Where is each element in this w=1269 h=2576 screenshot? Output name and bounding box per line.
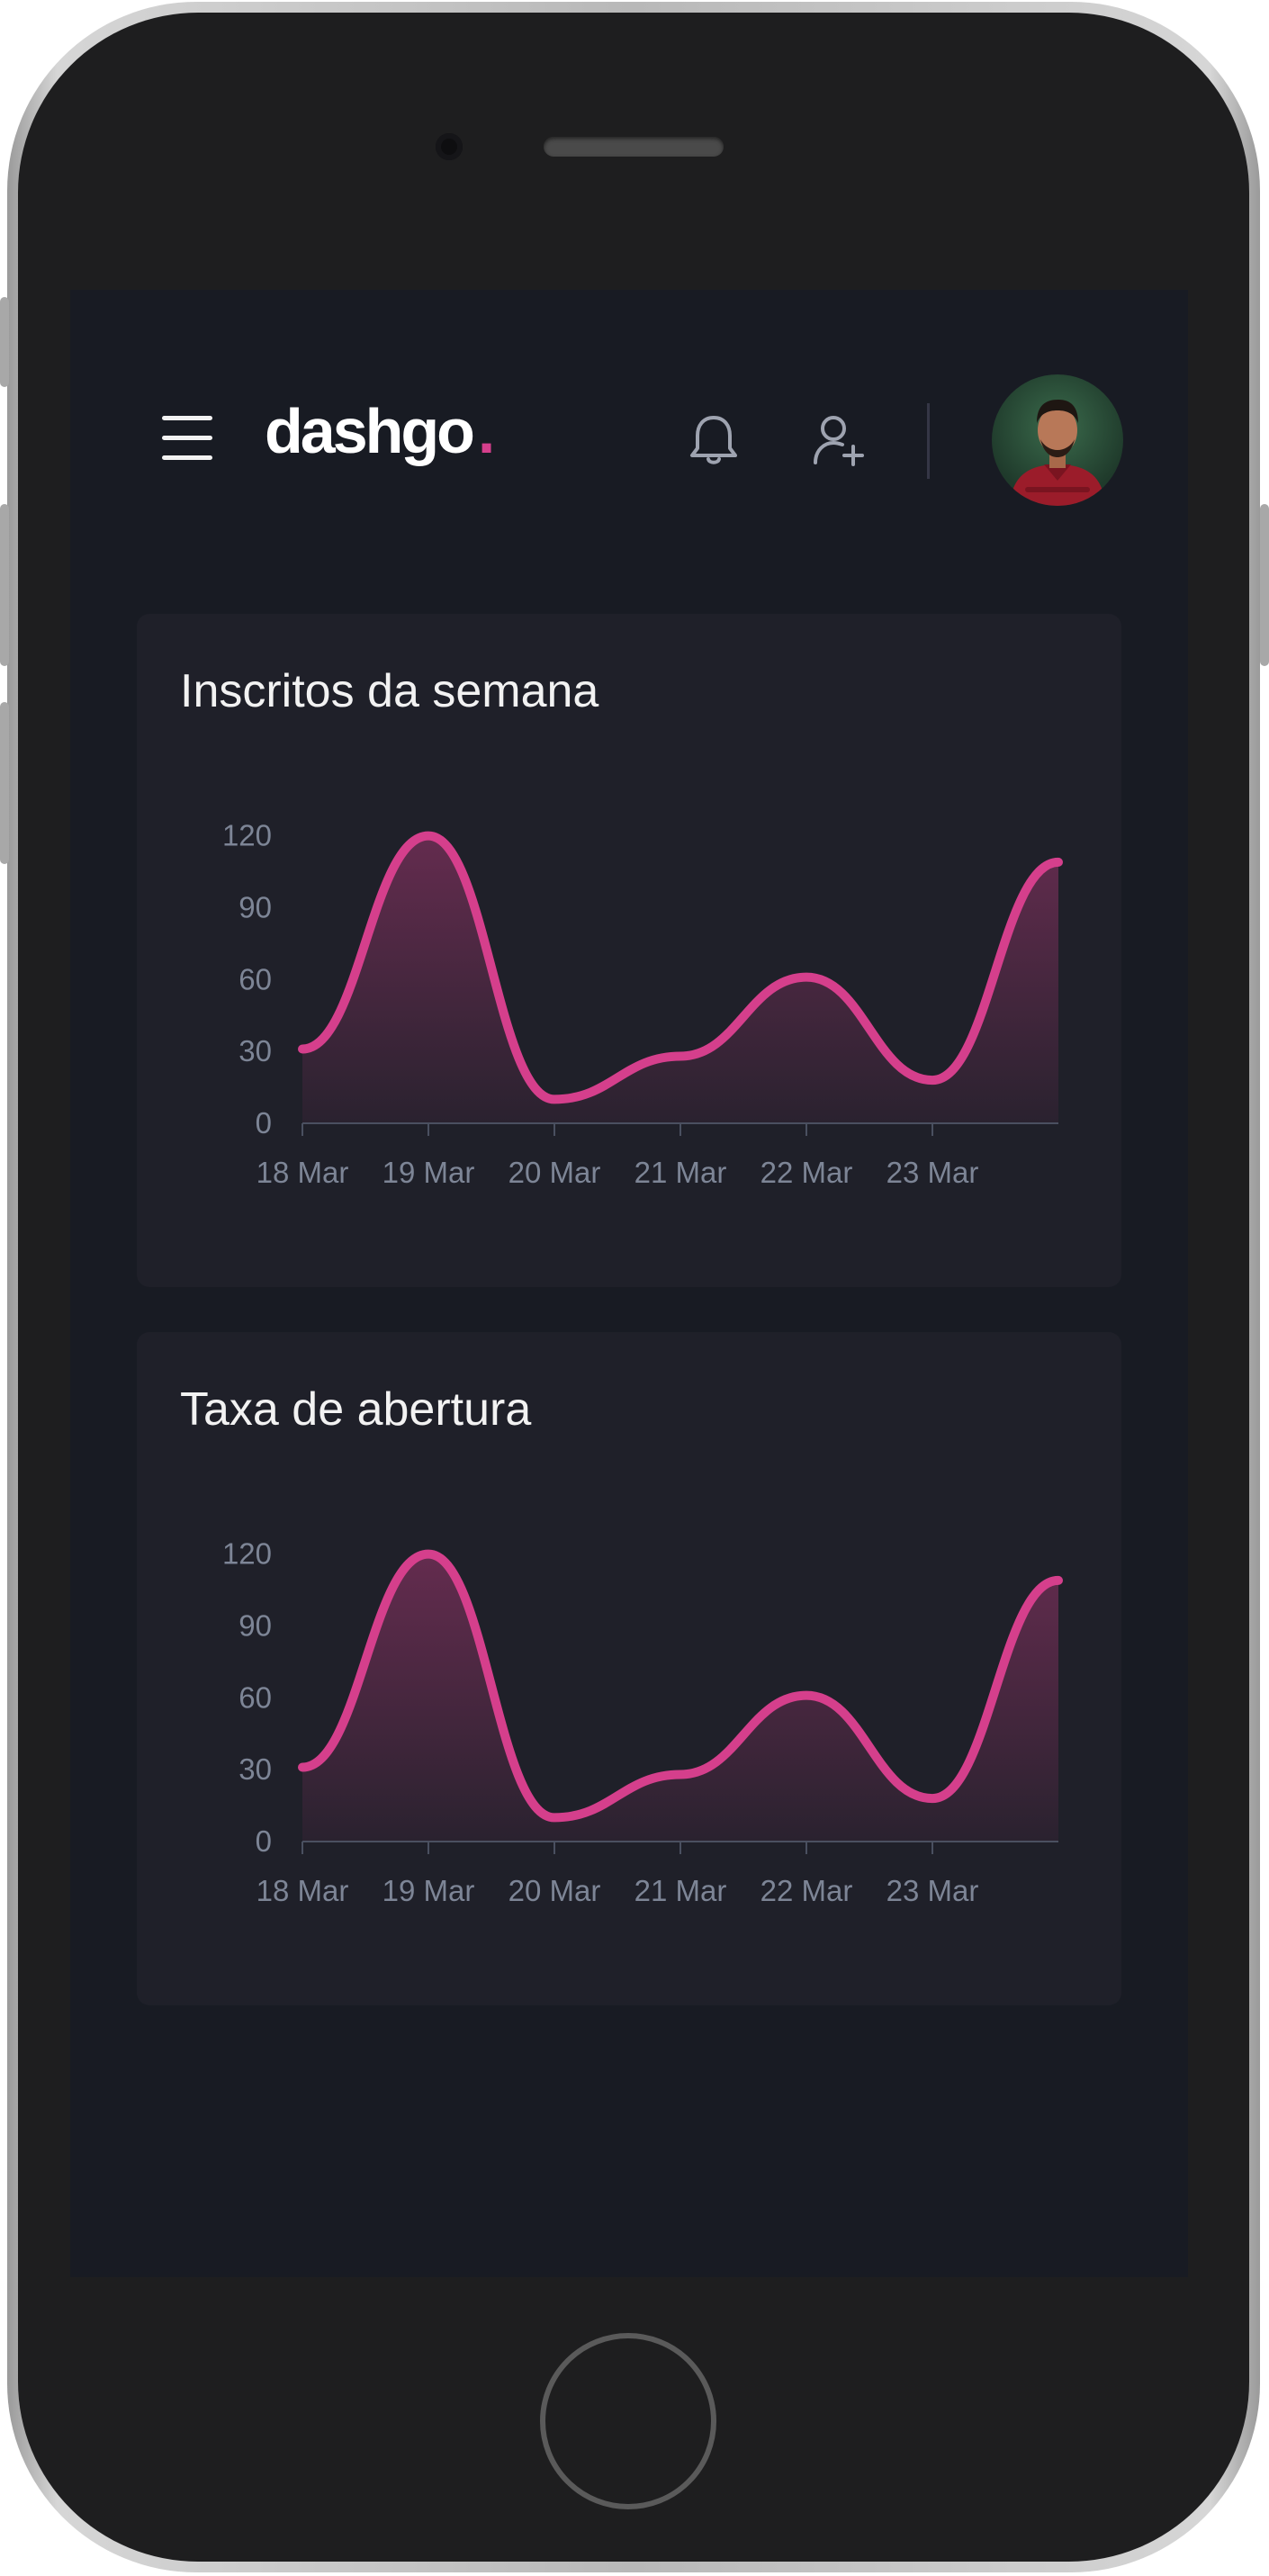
power-button	[1260, 504, 1269, 666]
header-divider	[927, 403, 930, 479]
x-tick-label: 21 Mar	[634, 1156, 727, 1189]
y-tick-label: 0	[256, 1824, 272, 1858]
x-tick-label: 22 Mar	[760, 1874, 853, 1907]
area-chart: 0 30 60 90 120 18 Mar 19 Mar 20 Mar 21 Mar 22 Mar…	[222, 1537, 1063, 1907]
bell-icon[interactable]	[688, 412, 740, 468]
y-tick-label: 60	[238, 1680, 272, 1714]
y-tick-label: 120	[222, 1537, 272, 1571]
menu-icon[interactable]	[162, 416, 212, 461]
x-tick-label: 18 Mar	[256, 1156, 349, 1189]
home-button[interactable]	[540, 2333, 716, 2509]
x-tick-label: 20 Mar	[508, 1156, 601, 1189]
front-camera	[436, 133, 463, 160]
volume-up-button	[0, 504, 9, 666]
logo: dashgo.	[265, 400, 495, 463]
mute-switch	[0, 297, 9, 387]
area-chart: 0 30 60 90 120 18 Mar 19 Mar 20 Mar 21 Mar 22 Mar…	[222, 819, 1063, 1189]
add-user-icon[interactable]	[812, 412, 866, 468]
avatar-image	[1010, 400, 1105, 506]
x-tick-label: 18 Mar	[256, 1874, 349, 1907]
y-tick-label: 30	[238, 1034, 272, 1067]
y-tick-label: 60	[238, 962, 272, 995]
chart-card-open-rate: Taxa de abertura 0 30 60 90 120 18 Mar 19 Mar 2…	[137, 1332, 1121, 2005]
x-tick-label: 21 Mar	[634, 1874, 727, 1907]
logo-text: dashgo	[265, 396, 475, 466]
x-tick-label: 23 Mar	[886, 1874, 979, 1907]
y-tick-label: 90	[238, 1608, 272, 1642]
volume-down-button	[0, 702, 9, 864]
y-tick-label: 90	[238, 890, 272, 923]
app-header: dashgo.	[70, 290, 1188, 596]
x-tick-label: 23 Mar	[886, 1156, 979, 1189]
app-screen: dashgo. Inscritos da semana 0 30 60 90 1…	[70, 290, 1188, 2277]
x-tick-label: 19 Mar	[382, 1874, 475, 1907]
y-tick-label: 0	[256, 1106, 272, 1139]
earpiece-speaker	[544, 137, 724, 157]
x-tick-label: 20 Mar	[508, 1874, 601, 1907]
logo-dot: .	[477, 396, 496, 466]
x-tick-label: 22 Mar	[760, 1156, 853, 1189]
chart-card-subscribers: Inscritos da semana 0 30 60 90 120 18 Mar 19 M…	[137, 614, 1121, 1287]
x-tick-label: 19 Mar	[382, 1156, 475, 1189]
y-tick-label: 30	[238, 1752, 272, 1786]
avatar[interactable]	[992, 374, 1123, 506]
y-tick-label: 120	[222, 819, 272, 852]
